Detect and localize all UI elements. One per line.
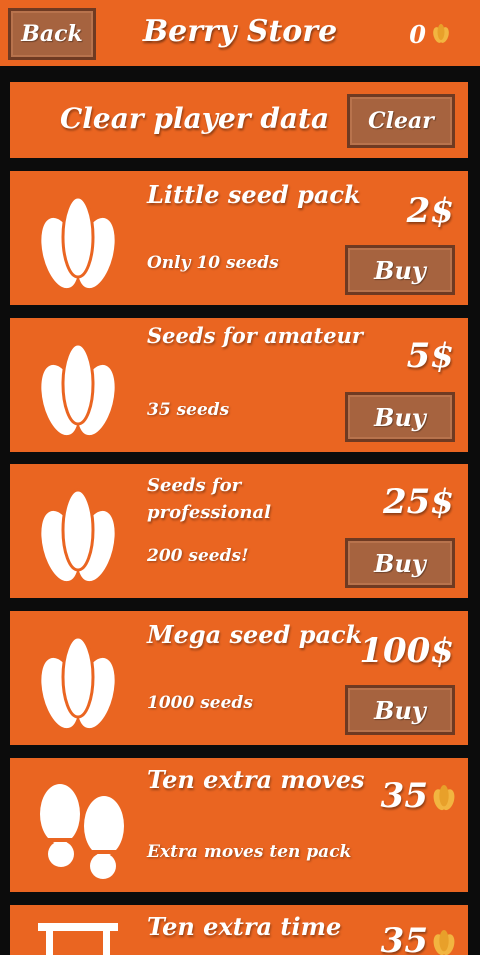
item-price: 2$ <box>406 191 454 231</box>
item-description: 200 seeds! <box>147 546 249 566</box>
seed-currency-icon <box>433 785 455 811</box>
seed-icon <box>41 342 115 436</box>
clear-data-panel: Clear player data Clear <box>10 82 468 158</box>
seed-currency-icon <box>433 24 449 43</box>
item-price: 25$ <box>383 482 454 522</box>
item-price: 35 <box>380 921 428 955</box>
item-title: Ten extra time <box>147 912 342 941</box>
store-item-little-seed-pack: Little seed pack 2$ Only 10 seeds Buy <box>10 171 468 305</box>
table-icon <box>38 923 118 955</box>
top-bar: Back Berry Store 0 <box>0 0 480 66</box>
item-title: Seeds for professional <box>147 475 271 523</box>
item-description: 1000 seeds <box>147 693 253 713</box>
item-title: Little seed pack <box>147 180 361 209</box>
store-item-mega-seed-pack: Mega seed pack 100$ 1000 seeds Buy <box>10 611 468 745</box>
footprints-icon <box>40 784 124 879</box>
seed-icon <box>41 195 115 289</box>
item-title: Mega seed pack <box>147 620 363 649</box>
item-price: 5$ <box>406 336 454 376</box>
item-description: 35 seeds <box>147 400 230 420</box>
item-title: Ten extra moves <box>147 765 365 794</box>
buy-button[interactable]: Buy <box>345 538 455 588</box>
buy-button[interactable]: Buy <box>345 245 455 295</box>
seed-icon <box>41 488 115 582</box>
seed-icon <box>41 635 115 729</box>
item-price: 35 <box>380 776 428 816</box>
clear-data-label: Clear player data <box>60 102 330 135</box>
buy-button[interactable]: Buy <box>345 685 455 735</box>
store-item-ten-extra-moves[interactable]: Ten extra moves 35 Extra moves ten pack <box>10 758 468 892</box>
store-item-seeds-for-amateur: Seeds for amateur 5$ 35 seeds Buy <box>10 318 468 452</box>
seed-currency-icon <box>433 930 455 955</box>
item-price: 100$ <box>359 631 454 671</box>
buy-button[interactable]: Buy <box>345 392 455 442</box>
store-item-seeds-for-professional: Seeds for professional 25$ 200 seeds! Bu… <box>10 464 468 598</box>
clear-button[interactable]: Clear <box>347 94 455 148</box>
item-description: Extra moves ten pack <box>147 842 352 862</box>
store-item-ten-extra-time[interactable]: Ten extra time 35 <box>10 905 468 955</box>
item-description: Only 10 seeds <box>147 253 279 273</box>
item-title: Seeds for amateur <box>147 323 363 348</box>
page-title: Berry Store <box>142 14 338 49</box>
seed-balance: 0 <box>409 20 426 49</box>
